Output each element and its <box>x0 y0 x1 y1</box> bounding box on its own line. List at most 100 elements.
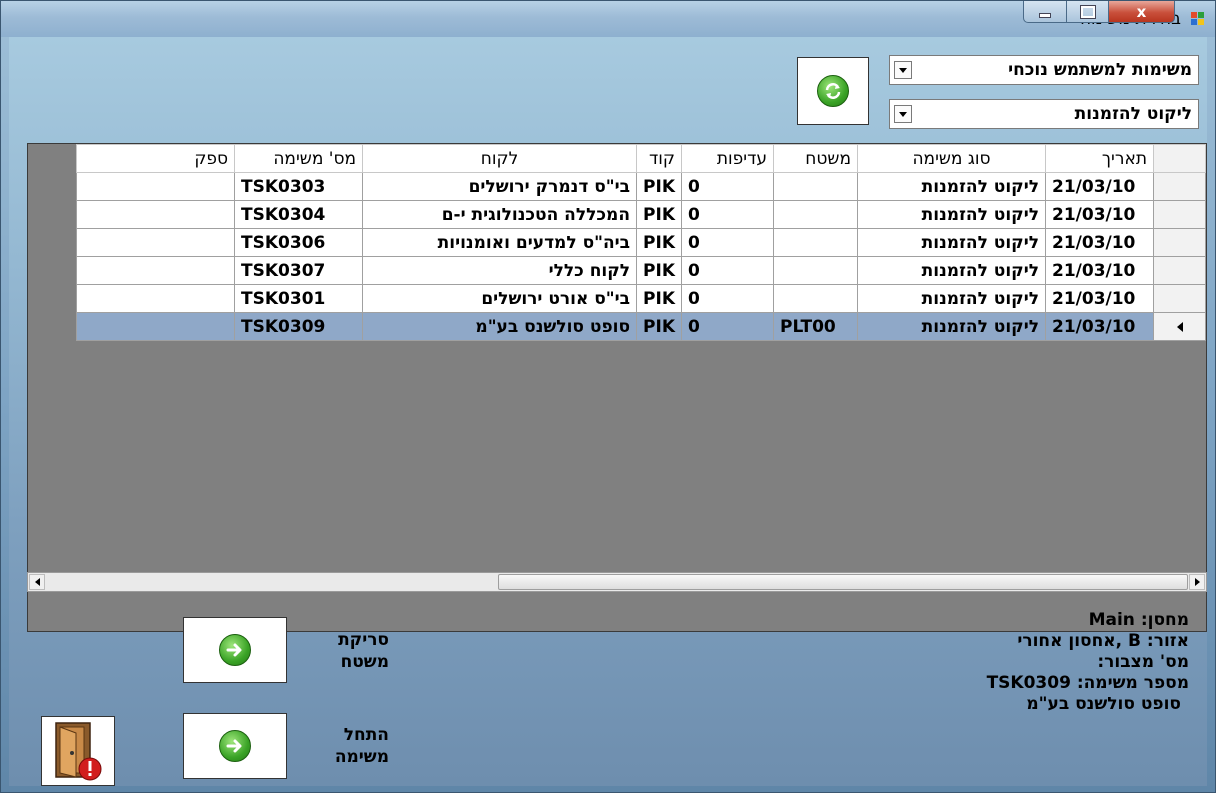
column-header-date[interactable]: תאריך <box>1045 144 1154 173</box>
column-header-task-no[interactable]: מס' משימה <box>234 144 364 173</box>
close-button[interactable]: x <box>1109 1 1175 23</box>
start-task-label: התחל משימה <box>299 724 389 768</box>
horizontal-scrollbar[interactable] <box>27 572 1207 592</box>
list-selector-value: משימות למשתמש נוכחי <box>1008 60 1192 80</box>
cell-priority[interactable]: 0 <box>681 228 774 257</box>
row-header-cell <box>1153 228 1206 257</box>
start-task-button[interactable] <box>183 713 287 779</box>
table-row[interactable]: 21/03/10 ליקוט להזמנות 0 PIK בי"ס דנמרק ירוש… <box>76 172 1206 201</box>
row-header-cell <box>1153 200 1206 229</box>
table-row[interactable]: 21/03/10 ליקוט להזמנות PLT00 0 PIK סופט סולשנ… <box>76 312 1206 341</box>
table-row[interactable]: 21/03/10 ליקוט להזמנות 0 PIK בי"ס אורט ירושל… <box>76 284 1206 313</box>
cell-pallet[interactable] <box>773 284 858 313</box>
cell-priority[interactable]: 0 <box>681 312 774 341</box>
task-info-panel: מחסן: Main אזור: B ,אחסון אחורי מס' מצבו… <box>829 610 1189 715</box>
cell-customer[interactable]: בי"ס דנמרק ירושלים <box>362 172 638 201</box>
task-type-dropdown[interactable]: ליקוט להזמנות <box>889 99 1199 129</box>
column-header-priority[interactable]: עדיפות <box>681 144 774 173</box>
list-selector-dropdown[interactable]: משימות למשתמש נוכחי <box>889 55 1199 85</box>
app-icon <box>1191 12 1205 26</box>
cell-supplier[interactable] <box>76 172 236 201</box>
scan-pallet-label-line1: סריקת <box>338 630 389 650</box>
cell-date[interactable]: 21/03/10 <box>1045 200 1154 229</box>
row-header-cell <box>1153 312 1206 341</box>
cell-customer[interactable]: המכללה הטכנולוגית י-ם <box>362 200 638 229</box>
window-controls: x <box>1023 1 1175 25</box>
column-header-supplier[interactable]: ספק <box>76 144 236 173</box>
maximize-button[interactable] <box>1067 1 1109 23</box>
grid-header-row: תאריך סוג משימה משטח עדיפות קוד לקוח מס'… <box>76 144 1206 173</box>
cell-pallet[interactable] <box>773 256 858 285</box>
cell-task-type[interactable]: ליקוט להזמנות <box>857 312 1046 341</box>
cell-date[interactable]: 21/03/10 <box>1045 256 1154 285</box>
cell-code[interactable]: PIK <box>636 200 682 229</box>
cell-pallet[interactable] <box>773 172 858 201</box>
cell-task-no[interactable]: TSK0301 <box>234 284 364 313</box>
chevron-down-icon[interactable] <box>894 61 912 79</box>
cell-priority[interactable]: 0 <box>681 284 774 313</box>
column-header-task-type[interactable]: סוג משימה <box>857 144 1046 173</box>
cell-task-type[interactable]: ליקוט להזמנות <box>857 200 1046 229</box>
arrow-right-icon <box>1194 578 1200 586</box>
cell-task-no[interactable]: TSK0309 <box>234 312 364 341</box>
cell-task-type[interactable]: ליקוט להזמנות <box>857 172 1046 201</box>
refresh-button[interactable] <box>797 57 869 125</box>
cell-task-no[interactable]: TSK0307 <box>234 256 364 285</box>
scan-pallet-label: סריקת משטח <box>299 629 389 673</box>
scroll-thumb[interactable] <box>498 574 1188 590</box>
minimize-button[interactable] <box>1023 1 1067 23</box>
table-row[interactable]: 21/03/10 ליקוט להזמנות 0 PIK המכללה הטכנולוג… <box>76 200 1206 229</box>
maximize-icon <box>1079 4 1096 19</box>
cell-customer[interactable]: סופט סולשנס בע"מ <box>362 312 638 341</box>
column-header-customer[interactable]: לקוח <box>362 144 638 173</box>
cell-code[interactable]: PIK <box>636 312 682 341</box>
cell-task-no[interactable]: TSK0304 <box>234 200 364 229</box>
cell-task-type[interactable]: ליקוט להזמנות <box>857 228 1046 257</box>
door-exit-icon <box>55 722 102 781</box>
cell-supplier[interactable] <box>76 284 236 313</box>
table-row[interactable]: 21/03/10 ליקוט להזמנות 0 PIK לקוח כללי TSK030… <box>76 256 1206 285</box>
start-task-label-line2: משימה <box>334 747 389 767</box>
chevron-down-icon[interactable] <box>894 105 912 123</box>
cell-priority[interactable]: 0 <box>681 256 774 285</box>
cell-date[interactable]: 21/03/10 <box>1045 228 1154 257</box>
start-task-label-line1: התחל <box>343 725 389 745</box>
main-window: בחירת משימה x משימות למשתמש נוכחי ליקוט … <box>0 0 1216 793</box>
cell-pallet[interactable] <box>773 228 858 257</box>
cell-task-type[interactable]: ליקוט להזמנות <box>857 284 1046 313</box>
refresh-icon <box>817 75 849 107</box>
scan-pallet-button[interactable] <box>183 617 287 683</box>
zone-label: אזור: B ,אחסון אחורי <box>1017 631 1189 651</box>
cell-priority[interactable]: 0 <box>681 172 774 201</box>
cell-date[interactable]: 21/03/10 <box>1045 312 1154 341</box>
cell-supplier[interactable] <box>76 228 236 257</box>
cell-code[interactable]: PIK <box>636 284 682 313</box>
cell-customer[interactable]: לקוח כללי <box>362 256 638 285</box>
cell-date[interactable]: 21/03/10 <box>1045 284 1154 313</box>
cell-pallet[interactable]: PLT00 <box>773 312 858 341</box>
cell-task-no[interactable]: TSK0303 <box>234 172 364 201</box>
row-header-corner <box>1153 144 1206 173</box>
scroll-left-button[interactable] <box>29 574 45 590</box>
cell-priority[interactable]: 0 <box>681 200 774 229</box>
cell-customer[interactable]: ביה"ס למדעים ואומנויות <box>362 228 638 257</box>
cell-date[interactable]: 21/03/10 <box>1045 172 1154 201</box>
cell-customer[interactable]: בי"ס אורט ירושלים <box>362 284 638 313</box>
client-area: משימות למשתמש נוכחי ליקוט להזמנות תאריך <box>9 37 1207 786</box>
cell-supplier[interactable] <box>76 256 236 285</box>
cell-code[interactable]: PIK <box>636 228 682 257</box>
cell-code[interactable]: PIK <box>636 256 682 285</box>
scroll-right-button[interactable] <box>1189 574 1205 590</box>
cell-pallet[interactable] <box>773 200 858 229</box>
table-row[interactable]: 21/03/10 ליקוט להזמנות 0 PIK ביה"ס למדעים וא… <box>76 228 1206 257</box>
cell-supplier[interactable] <box>76 200 236 229</box>
cell-task-type[interactable]: ליקוט להזמנות <box>857 256 1046 285</box>
row-header-cell <box>1153 256 1206 285</box>
exit-button[interactable] <box>41 716 115 786</box>
task-no-label: מספר משימה: TSK0309 <box>986 673 1189 693</box>
column-header-pallet[interactable]: משטח <box>773 144 858 173</box>
cell-code[interactable]: PIK <box>636 172 682 201</box>
column-header-code[interactable]: קוד <box>636 144 682 173</box>
cell-supplier[interactable] <box>76 312 236 341</box>
cell-task-no[interactable]: TSK0306 <box>234 228 364 257</box>
